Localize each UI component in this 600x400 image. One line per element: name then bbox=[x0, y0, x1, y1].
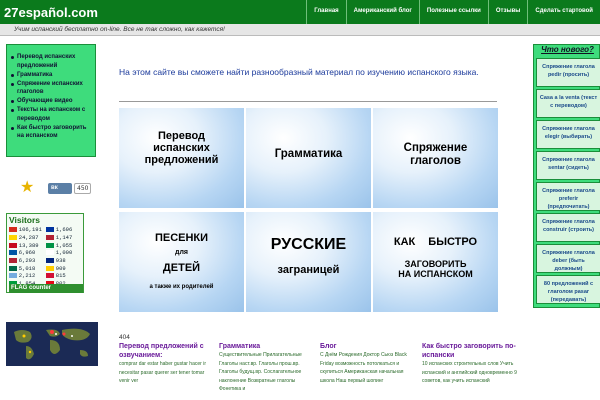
tile-translation[interactable]: Перевод испанских предложений bbox=[119, 108, 244, 208]
bottom-col-blog: Блог С Днём Рождения Доктор Сьюз Black F… bbox=[320, 342, 416, 385]
whats-new-item[interactable]: Спряжение глагола sentar (сидеть) bbox=[536, 151, 600, 180]
bottom-heading-blog[interactable]: Блог bbox=[320, 342, 416, 351]
flag-icon bbox=[9, 227, 17, 233]
left-menu-item-translation[interactable]: Перевод испанских предложений bbox=[11, 53, 91, 70]
visitor-count: 1,147 bbox=[55, 234, 73, 242]
left-menu-item-conjugation[interactable]: Спряжение испанских глаголов bbox=[11, 80, 91, 97]
visitor-count: 6,960 bbox=[18, 249, 36, 257]
flag-icon bbox=[46, 250, 54, 256]
visitor-count: 1,000 bbox=[55, 249, 73, 257]
visitor-count: 5,018 bbox=[18, 264, 36, 272]
visitor-count: 24,287 bbox=[18, 234, 39, 242]
top-nav: Главная Американский блог Полезные ссылк… bbox=[306, 0, 600, 24]
divider bbox=[119, 101, 497, 102]
flag-icon bbox=[9, 250, 17, 256]
whats-new-title: Что нового? bbox=[541, 45, 594, 54]
bottom-links-blog[interactable]: С Днём Рождения Доктор Сьюз Black Friday… bbox=[320, 351, 416, 385]
bottom-links-grammar[interactable]: Существительные Прилагательные Глаголы н… bbox=[219, 351, 317, 394]
tagline: Учим испанский бесплатно on-line. Все не… bbox=[14, 26, 225, 33]
vk-share-button[interactable]: вк bbox=[48, 183, 72, 194]
page: 27español.com Главная Американский блог … bbox=[0, 0, 600, 400]
world-map-icon bbox=[6, 322, 98, 366]
nav-american-blog[interactable]: Американский блог bbox=[345, 0, 419, 24]
site-logo[interactable]: 27español.com bbox=[4, 5, 98, 20]
visitor-row: 24,287 1,147 bbox=[9, 234, 83, 242]
visitors-widget[interactable]: Visitors 106,191 1,696 24,287 1,147 13,389 1,… bbox=[6, 213, 84, 293]
whats-new-box: Что нового? Спряжение глагола pedir (про… bbox=[533, 44, 600, 308]
bottom-col-speak: Как быстро заговорить по-испански 10 исп… bbox=[422, 342, 526, 386]
vk-share-count: 450 bbox=[74, 183, 91, 194]
nav-useful-links[interactable]: Полезные ссылки bbox=[418, 0, 488, 24]
tile-kids-songs[interactable]: ПЕСЕНКИ для ДЕТЕЙ а также их родителей bbox=[119, 212, 244, 312]
top-bar: 27español.com Главная Американский блог … bbox=[0, 0, 600, 24]
visitor-count: 815 bbox=[55, 272, 66, 280]
bottom-heading-grammar[interactable]: Грамматика bbox=[219, 342, 317, 351]
whats-new-item[interactable]: 80 предложений с глаголом pasar (передав… bbox=[536, 275, 600, 304]
visitor-count: 938 bbox=[55, 257, 66, 265]
visitor-count: 6,293 bbox=[18, 257, 36, 265]
nav-reviews[interactable]: Отзывы bbox=[487, 0, 528, 24]
visitor-count: 13,389 bbox=[18, 241, 39, 249]
page-counter: 404 bbox=[119, 334, 130, 341]
flag-counter-badge: FLAG counter bbox=[9, 284, 83, 293]
nav-home[interactable]: Главная bbox=[306, 0, 345, 24]
visitor-row: 13,389 1,055 bbox=[9, 241, 83, 249]
tile-russians-abroad[interactable]: РУССКИЕ заграницей bbox=[246, 212, 371, 312]
whats-new-item[interactable]: Спряжение глагола construir (строить) bbox=[536, 213, 600, 242]
tile-conjugation[interactable]: Спряжение глаголов bbox=[373, 108, 498, 208]
tagline-bar: Учим испанский бесплатно on-line. Все не… bbox=[0, 24, 600, 36]
left-menu: Перевод испанских предложений Грамматика… bbox=[6, 44, 96, 157]
bottom-heading-translation[interactable]: Перевод предложений с озвучанием: bbox=[119, 342, 215, 360]
flag-icon bbox=[9, 265, 17, 271]
visitors-rows: 106,191 1,696 24,287 1,147 13,389 1,055 6,960 1… bbox=[9, 226, 83, 288]
flag-icon bbox=[9, 242, 17, 248]
star-icon[interactable]: ★ bbox=[20, 179, 34, 195]
visitor-row: 5,018 909 bbox=[9, 264, 83, 272]
flag-icon bbox=[46, 265, 54, 271]
bottom-links-translation[interactable]: comprar dar estar haber gustar hacer ir … bbox=[119, 360, 215, 386]
tile-speak-fast[interactable]: КАК БЫСТРО ЗАГОВОРИТЬ НА ИСПАНСКОМ bbox=[373, 212, 498, 312]
whats-new-item[interactable]: Спряжение глагола deber (быть должным) bbox=[536, 244, 600, 273]
tile-grammar[interactable]: Грамматика bbox=[246, 108, 371, 208]
left-menu-item-grammar[interactable]: Грамматика bbox=[11, 71, 91, 80]
bottom-col-grammar: Грамматика Существительные Прилагательны… bbox=[219, 342, 317, 394]
visitor-row: 2,212 815 bbox=[9, 272, 83, 280]
visitor-map[interactable] bbox=[6, 322, 98, 366]
bottom-links-speak[interactable]: 10 испанских строительных слов Учить исп… bbox=[422, 360, 526, 386]
visitor-count: 1,696 bbox=[55, 226, 73, 234]
visitors-title: Visitors bbox=[9, 215, 41, 225]
flag-icon bbox=[46, 227, 54, 233]
bottom-heading-speak[interactable]: Как быстро заговорить по-испански bbox=[422, 342, 526, 360]
flag-icon bbox=[9, 235, 17, 241]
nav-make-homepage[interactable]: Сделать стартовой bbox=[527, 0, 600, 24]
visitor-count: 909 bbox=[55, 264, 66, 272]
left-menu-item-texts[interactable]: Тексты на испанском с переводом bbox=[11, 106, 91, 123]
bottom-col-translation: Перевод предложений с озвучанием: compra… bbox=[119, 342, 215, 386]
whats-new-item[interactable]: Спряжение глагола pedir (просить) bbox=[536, 58, 600, 87]
whats-new-item[interactable]: Спряжение глагола elegir (выбирать) bbox=[536, 120, 600, 149]
visitor-row: 6,960 1,000 bbox=[9, 249, 83, 257]
flag-icon bbox=[46, 273, 54, 279]
visitor-row: 106,191 1,696 bbox=[9, 226, 83, 234]
flag-icon bbox=[46, 242, 54, 248]
whats-new-item[interactable]: Спряжение глагола preferir (предпочитать… bbox=[536, 182, 600, 211]
flag-icon bbox=[9, 273, 17, 279]
visitor-count: 1,055 bbox=[55, 241, 73, 249]
left-menu-item-speak-fast[interactable]: Как быстро заговорить на испанском bbox=[11, 124, 91, 141]
visitor-count: 106,191 bbox=[18, 226, 42, 234]
left-menu-item-video[interactable]: Обучающие видео bbox=[11, 97, 91, 106]
visitor-count: 2,212 bbox=[18, 272, 36, 280]
intro-text: На этом сайте вы сможете найти разнообра… bbox=[119, 67, 479, 77]
flag-icon bbox=[46, 235, 54, 241]
visitor-row: 6,293 938 bbox=[9, 257, 83, 265]
flag-icon bbox=[46, 258, 54, 264]
flag-icon bbox=[9, 258, 17, 264]
whats-new-item[interactable]: Casa a la venta (текст с переводом) bbox=[536, 89, 600, 118]
